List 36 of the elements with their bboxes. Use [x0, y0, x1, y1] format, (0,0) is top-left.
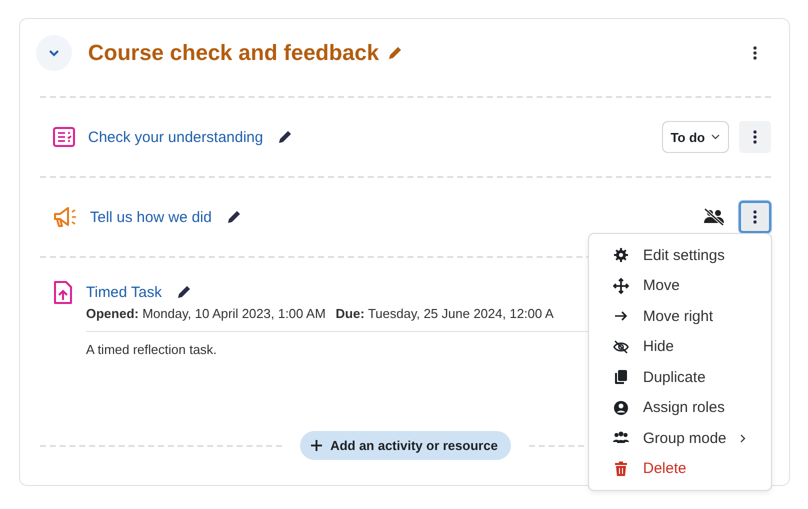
date-text: Opened: Monday, 10 April 2023, 1:00 AM	[86, 306, 326, 321]
activity-description: A timed reflection task.	[86, 342, 217, 357]
plus-icon	[311, 440, 322, 451]
trash-icon	[613, 460, 629, 477]
file-upload-icon	[52, 280, 74, 306]
menu-item[interactable]: Assign roles	[589, 392, 771, 423]
completion-dropdown[interactable]: To do	[662, 121, 729, 153]
user-icon	[613, 400, 629, 416]
caret-icon	[711, 134, 720, 140]
menu-item[interactable]: Hide	[589, 332, 771, 362]
kebab-icon	[753, 46, 757, 60]
kebab-icon	[753, 130, 757, 144]
copy-icon	[613, 369, 629, 386]
activity-link[interactable]: Check your understanding	[88, 128, 264, 146]
kebab-icon	[753, 210, 757, 224]
checklist-icon	[52, 125, 76, 149]
add-activity-button[interactable]: Add an activity or resource	[300, 431, 511, 460]
menu-item[interactable]: Move	[589, 270, 771, 301]
menu-item[interactable]: Group mode	[589, 423, 771, 454]
megaphone-icon	[52, 204, 78, 230]
menu-item[interactable]: Duplicate	[589, 362, 771, 392]
activity-link[interactable]: Timed Task	[86, 284, 162, 300]
eye-slash-icon	[613, 338, 629, 355]
date-text: Due: Tuesday, 25 June 2024, 12:00 A	[336, 306, 554, 321]
more-button[interactable]	[739, 201, 771, 233]
section-title: Course check and feedback	[88, 40, 380, 66]
menu-item[interactable]: Edit settings	[589, 240, 771, 270]
pencil-icon[interactable]	[176, 284, 192, 300]
move-icon	[613, 278, 629, 294]
pencil-icon[interactable]	[277, 129, 294, 145]
gear-icon	[613, 247, 629, 264]
pencil-icon[interactable]	[226, 209, 242, 225]
activity-link[interactable]: Tell us how we did	[90, 208, 212, 226]
menu-item[interactable]: Move right	[589, 301, 771, 332]
menu-item[interactable]: Delete	[589, 454, 771, 484]
more-button[interactable]	[739, 121, 771, 153]
